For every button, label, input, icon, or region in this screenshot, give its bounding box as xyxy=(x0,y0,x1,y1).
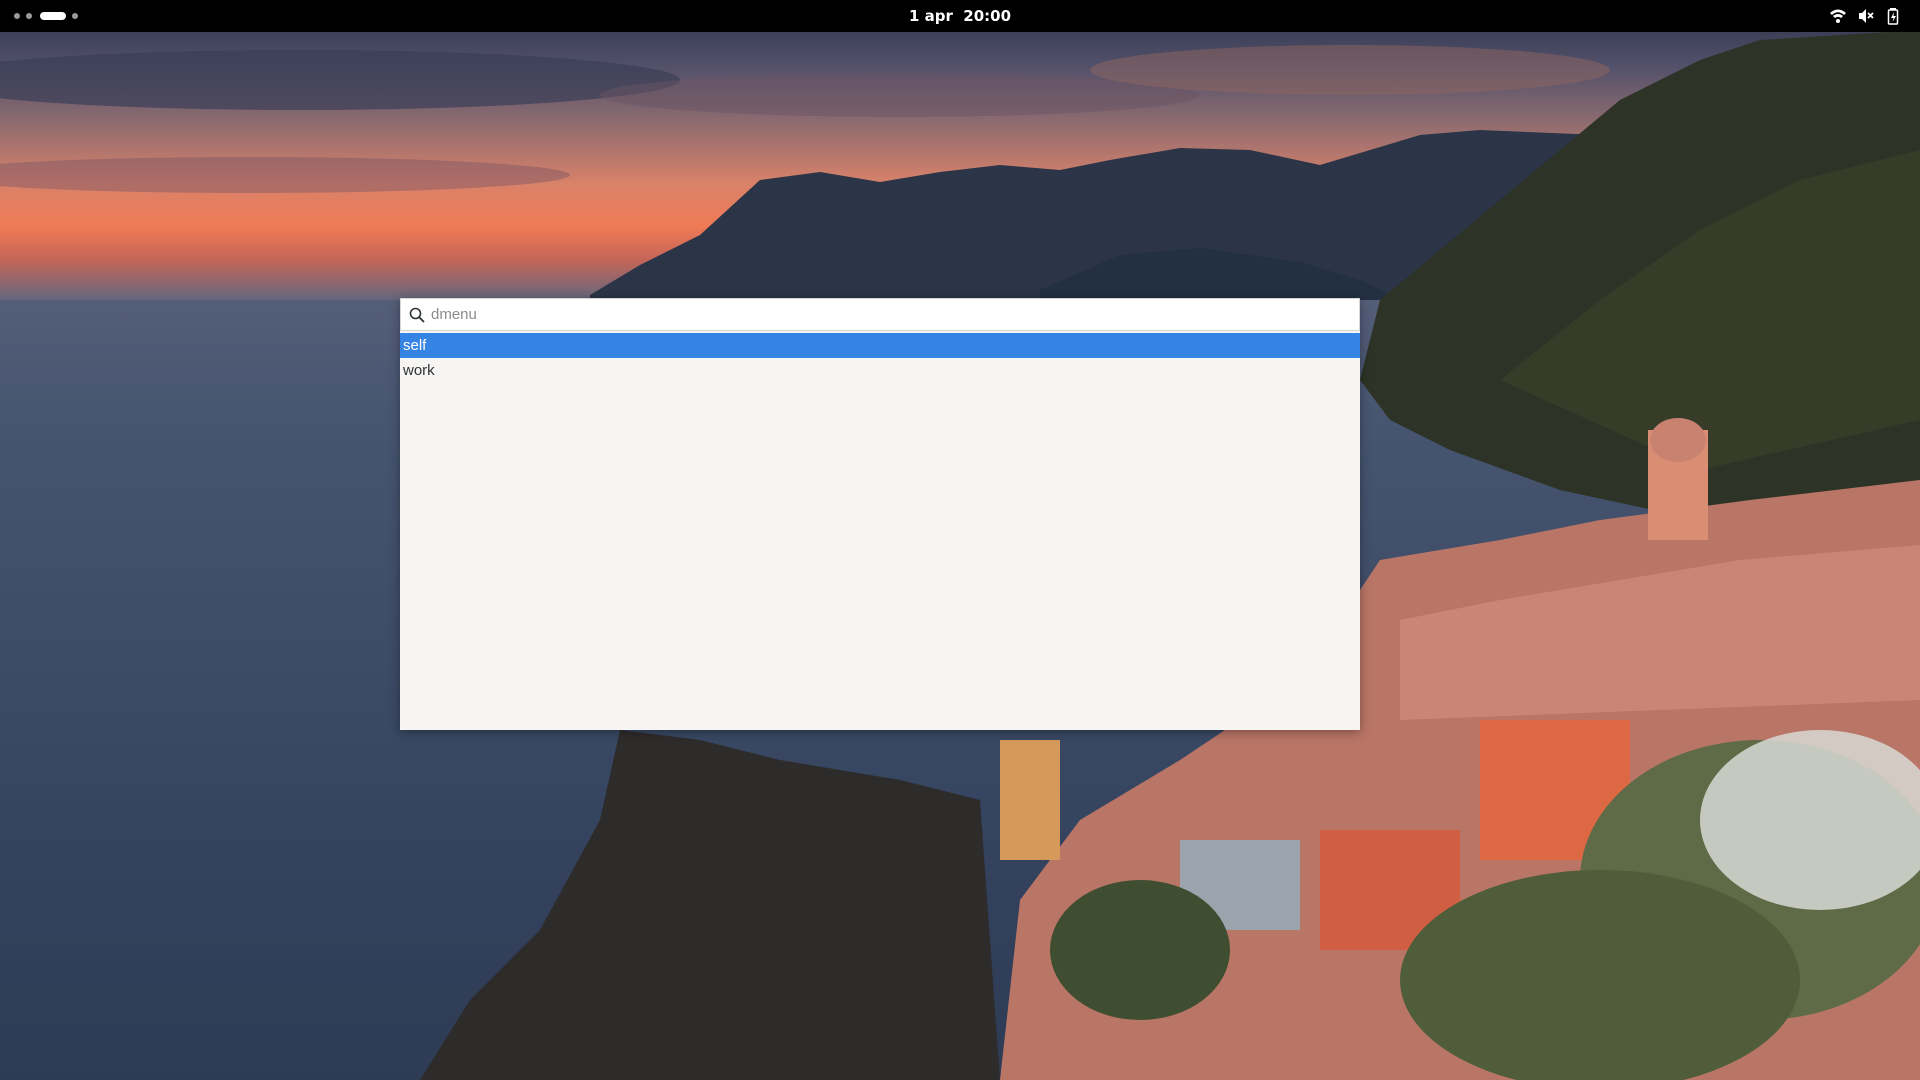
result-label: work xyxy=(403,362,435,379)
result-item-selected[interactable]: self xyxy=(400,333,1360,358)
battery-icon[interactable] xyxy=(1885,7,1903,25)
workspace-dot[interactable] xyxy=(72,13,78,19)
search-bar[interactable] xyxy=(400,298,1360,331)
clock[interactable]: 1 apr 20:00 xyxy=(909,7,1011,25)
workspace-dot[interactable] xyxy=(14,13,20,19)
top-bar: 1 apr 20:00 xyxy=(0,0,1920,32)
result-label: self xyxy=(403,337,427,354)
wifi-icon[interactable] xyxy=(1829,7,1847,25)
launcher-window: self work xyxy=(400,298,1360,730)
workspace-dot-active[interactable] xyxy=(40,12,66,20)
search-icon xyxy=(409,307,425,323)
volume-muted-icon[interactable] xyxy=(1857,7,1875,25)
results-list: self work xyxy=(400,333,1360,383)
result-item[interactable]: work xyxy=(400,358,1360,383)
search-input[interactable] xyxy=(431,299,1351,330)
workspace-dot[interactable] xyxy=(26,13,32,19)
clock-container: 1 apr 20:00 xyxy=(0,0,1920,32)
